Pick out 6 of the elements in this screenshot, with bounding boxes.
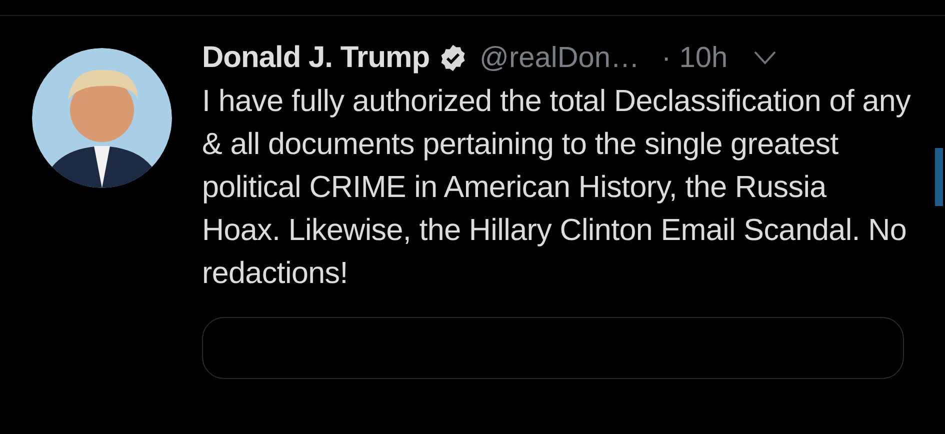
user-handle[interactable]: @realDon… [480,42,640,74]
timestamp: · 10h [662,42,728,74]
author-name[interactable]: Donald J. Trump [202,41,430,75]
scrollbar[interactable] [935,148,943,206]
caret-icon[interactable] [754,51,776,65]
tweet-text: I have fully authorized the total Declassification of any & all documents pertaining to the single greatest political CRIME in American History, the Russia Hoax. Likewise, the Hillary Clinton Email Scandal. No redactions! [202,83,912,292]
